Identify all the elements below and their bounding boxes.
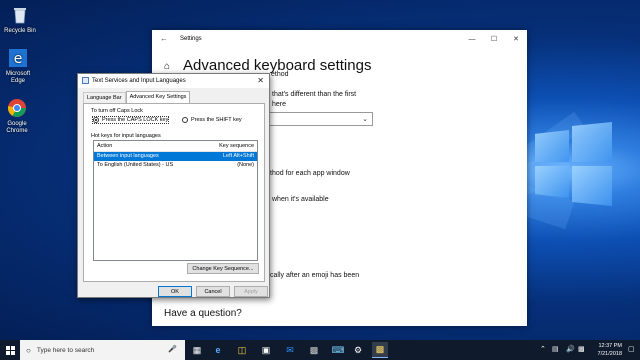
language-icon[interactable]: ▩ <box>578 345 585 353</box>
hotkeys-list[interactable]: Action Key sequence Between input langua… <box>93 140 258 261</box>
maximize-icon[interactable]: ☐ <box>483 30 505 48</box>
desktop-icon-label: Recycle Bin <box>4 28 36 34</box>
svg-text:e: e <box>14 51 23 67</box>
back-arrow-icon[interactable]: ← <box>160 34 168 43</box>
edge-taskbar-icon[interactable]: e <box>210 342 226 358</box>
app-icon[interactable]: ▩ <box>306 342 322 358</box>
minimize-icon[interactable]: — <box>461 30 483 48</box>
language-dropdown[interactable]: ⌄ <box>269 112 373 126</box>
start-button[interactable] <box>0 340 20 360</box>
caps-lock-group-label: To turn off Caps Lock <box>91 108 143 114</box>
column-key-sequence: Key sequence <box>219 143 254 149</box>
home-icon[interactable]: ⌂ <box>164 61 170 72</box>
settings-text-fragment: cally after an emoji has been <box>270 272 360 279</box>
ok-button[interactable]: OK <box>158 286 192 297</box>
windows-logo <box>535 130 569 162</box>
clock-date: 7/21/2018 <box>597 351 622 357</box>
desktop-icon-label: Microsoft Edge <box>5 71 31 84</box>
radio-label: Press the SHIFT key <box>191 117 242 123</box>
close-icon[interactable]: ✕ <box>505 30 527 48</box>
chrome-icon <box>7 98 27 118</box>
settings-text-fragment: thod for each app window <box>270 170 350 177</box>
taskbar-search-box[interactable]: ○ Type here to search 🎤 <box>20 340 185 360</box>
desktop-icon-label: Google Chrome <box>6 121 28 134</box>
radio-selected-icon <box>93 117 99 123</box>
settings-text-fragment: ethod <box>271 71 289 78</box>
desktop-icon-edge[interactable]: e Microsoft Edge <box>0 48 38 85</box>
taskbar-clock[interactable]: 12:37 PM 7/21/2018 <box>598 342 622 358</box>
radio-shift[interactable]: Press the SHIFT key <box>182 117 242 123</box>
desktop-icon-chrome[interactable]: Google Chrome <box>0 98 37 135</box>
help-heading: Have a question? <box>164 308 242 319</box>
advanced-key-panel: To turn off Caps Lock Press the CAPS LOC… <box>83 103 265 282</box>
column-action: Action <box>97 143 113 149</box>
settings-text-fragment: that's different than the first <box>272 91 357 98</box>
list-header: Action Key sequence <box>94 141 257 152</box>
settings-window-title: Settings <box>180 36 202 42</box>
store-icon[interactable]: ▣ <box>258 342 274 358</box>
notification-icon[interactable]: ▢ <box>628 345 635 353</box>
radio-label: Press the CAPS LOCK key <box>102 117 169 123</box>
text-services-dialog: Text Services and Input Languages ✕ Lang… <box>77 73 270 298</box>
chevron-down-icon: ⌄ <box>362 116 368 123</box>
chevron-up-icon[interactable]: ⌃ <box>540 345 546 353</box>
close-icon[interactable]: ✕ <box>257 76 264 85</box>
apply-button[interactable]: Apply <box>234 286 268 297</box>
file-explorer-icon[interactable]: ◫ <box>234 342 250 358</box>
dialog-title: Text Services and Input Languages <box>92 78 186 84</box>
tab-advanced-key-settings[interactable]: Advanced Key Settings <box>125 91 191 103</box>
search-placeholder: Type here to search <box>36 346 95 354</box>
row-sequence: Left Alt+Shift <box>222 153 254 159</box>
cancel-button[interactable]: Cancel <box>196 286 230 297</box>
clock-time: 12:37 PM <box>598 343 622 349</box>
settings-text-fragment: here <box>272 101 287 108</box>
list-item[interactable]: To English (United States) - US (None) <box>94 161 257 170</box>
dialog-titlebar: Text Services and Input Languages ✕ <box>78 74 269 88</box>
desktop-icon-recycle-bin[interactable]: Recycle Bin <box>0 5 40 35</box>
mail-icon[interactable]: ✉ <box>282 342 298 358</box>
settings-text-fragment: when it's available <box>272 196 329 203</box>
keyboard-app-icon[interactable]: ⌨ <box>330 342 346 358</box>
radio-unselected-icon <box>182 117 188 123</box>
keyboard-icon <box>82 77 89 84</box>
microphone-icon[interactable]: 🎤 <box>168 345 177 353</box>
list-item[interactable]: Between input languages Left Alt+Shift <box>94 152 257 161</box>
network-icon[interactable]: ▤ <box>552 345 559 353</box>
settings-taskbar-icon[interactable]: ⚙ <box>350 342 366 358</box>
volume-icon[interactable]: 🔊 <box>566 345 575 353</box>
hotkeys-label: Hot keys for input languages <box>91 133 161 139</box>
radio-caps-lock[interactable]: Press the CAPS LOCK key <box>91 116 170 124</box>
row-sequence: (None) <box>237 162 254 168</box>
edge-icon: e <box>8 48 28 68</box>
row-action: To English (United States) - US <box>97 162 174 168</box>
text-services-taskbar-icon[interactable]: ▩ <box>372 342 388 358</box>
taskbar: ○ Type here to search 🎤 ▦ e ◫ ▣ ✉ ▩ ⌨ ⚙ … <box>0 340 640 360</box>
recycle-bin-icon <box>10 5 30 25</box>
search-icon: ○ <box>26 345 31 355</box>
windows-start-icon <box>5 345 15 355</box>
row-action: Between input languages <box>97 153 159 159</box>
task-view-icon[interactable]: ▦ <box>189 342 205 358</box>
settings-titlebar: ← Settings — ☐ ✕ <box>152 30 527 48</box>
change-key-sequence-button[interactable]: Change Key Sequence... <box>187 263 259 274</box>
